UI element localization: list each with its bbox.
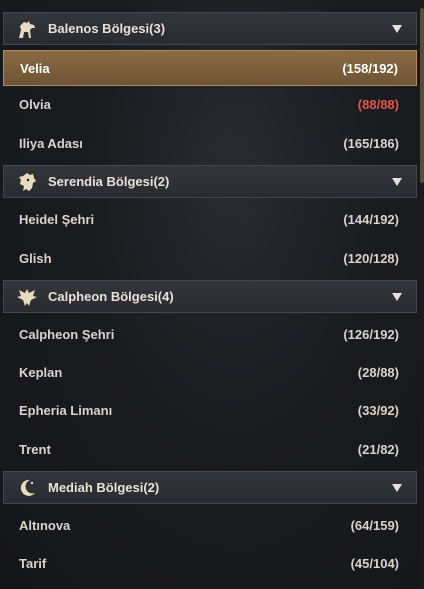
node-count: (88/88) (357, 96, 399, 112)
node-count: (158/192) (342, 60, 398, 76)
node-name: Trent (19, 441, 51, 457)
node-count: (144/192) (343, 211, 399, 227)
region-header-mediah[interactable]: Mediah Bölgesi(2) (3, 471, 417, 504)
node-row-heidel[interactable]: Heidel Şehri (144/192) (3, 201, 417, 237)
chevron-down-icon[interactable] (392, 483, 402, 492)
lion-icon (14, 169, 40, 195)
node-name: Keplan (19, 364, 63, 380)
node-row-altinova[interactable]: Altınova (64/159) (3, 507, 417, 543)
node-name: Epheria Limanı (19, 402, 113, 418)
node-row-velia[interactable]: Velia (158/192) (3, 50, 417, 86)
node-name: Altınova (19, 517, 71, 533)
node-count: (33/92) (357, 402, 399, 418)
node-count: (126/192) (343, 326, 399, 342)
node-name: Glish (19, 250, 52, 266)
region-header-balenos[interactable]: Balenos Bölgesi(3) (3, 12, 417, 45)
node-name: Tarif (19, 555, 47, 571)
chevron-down-icon[interactable] (392, 24, 402, 33)
node-count: (28/88) (357, 364, 399, 380)
region-name: Balenos Bölgesi(3) (48, 21, 166, 36)
node-row-iliya[interactable]: Iliya Adası (165/186) (3, 125, 417, 161)
node-row-olvia[interactable]: Olvia (88/88) (3, 86, 417, 122)
region-header-serendia[interactable]: Serendia Bölgesi(2) (3, 165, 417, 198)
chevron-down-icon[interactable] (392, 292, 402, 301)
region-header-calpheon[interactable]: Calpheon Bölgesi(4) (3, 280, 417, 313)
node-count: (21/82) (357, 441, 399, 457)
region-list-panel: Balenos Bölgesi(3) Velia (158/192) Olvia… (0, 0, 419, 589)
horse-icon (14, 16, 40, 42)
node-name: Heidel Şehri (19, 211, 95, 227)
node-name: Iliya Adası (19, 135, 83, 151)
node-row-calpheon-city[interactable]: Calpheon Şehri (126/192) (3, 316, 417, 352)
region-name: Serendia Bölgesi(2) (48, 174, 170, 189)
node-count: (45/104) (350, 555, 399, 571)
node-name: Calpheon Şehri (19, 326, 115, 342)
crescent-icon (14, 475, 40, 501)
region-name: Calpheon Bölgesi(4) (48, 289, 174, 304)
region-name: Mediah Bölgesi(2) (48, 480, 160, 495)
node-row-glish[interactable]: Glish (120/128) (3, 240, 417, 276)
node-row-tarif[interactable]: Tarif (45/104) (3, 545, 417, 581)
chevron-down-icon[interactable] (392, 177, 402, 186)
node-row-trent[interactable]: Trent (21/82) (3, 431, 417, 467)
node-name: Velia (20, 60, 50, 76)
eagle-icon (14, 284, 40, 310)
node-count: (165/186) (343, 135, 399, 151)
node-count: (120/128) (343, 250, 399, 266)
node-name: Olvia (19, 96, 51, 112)
node-row-epheria[interactable]: Epheria Limanı (33/92) (3, 392, 417, 428)
scrollbar-thumb[interactable] (420, 8, 424, 183)
node-row-keplan[interactable]: Keplan (28/88) (3, 354, 417, 390)
node-count: (64/159) (350, 517, 399, 533)
